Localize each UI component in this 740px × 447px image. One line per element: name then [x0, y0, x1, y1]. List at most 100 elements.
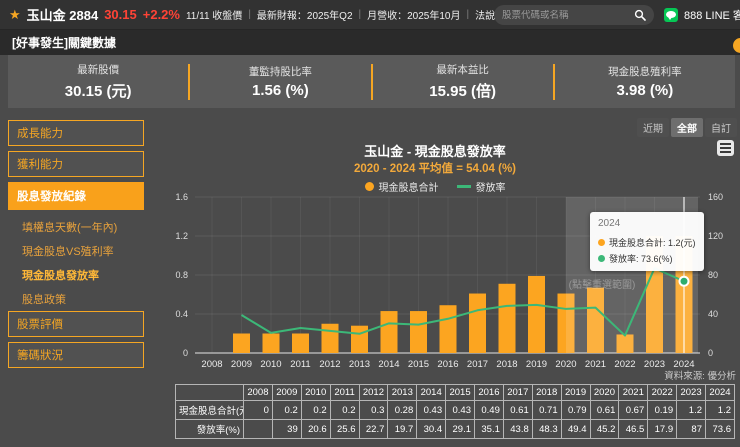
x-axis-label: 2022: [614, 359, 635, 370]
stat-label: 董監持股比率: [248, 66, 312, 78]
chart-bar-2010[interactable]: [262, 333, 280, 354]
stat-label: 最新本益比: [436, 64, 489, 76]
chart-bar-2009[interactable]: [233, 333, 250, 354]
table-value-cell: 49.4: [560, 419, 591, 439]
sidebar-item-profit[interactable]: 獲利能力: [8, 151, 144, 177]
monthly-revenue-label: 月營收：2025年10月: [367, 11, 461, 22]
search-icon[interactable]: [634, 9, 646, 21]
table-year-header: 2011: [329, 384, 360, 401]
data-source-note: 資料來源: 優分析: [664, 371, 736, 382]
right-axis-tick: 0: [708, 348, 713, 358]
tooltip-text: 發放率: 73.6(%): [609, 254, 673, 264]
left-axis-tick: 1.6: [175, 192, 188, 202]
latest-report-label: 最新財報：2025年Q2: [256, 11, 353, 22]
table-year-header: 2017: [502, 384, 533, 401]
x-axis-label: 2020: [555, 359, 576, 370]
tooltip-dot-icon: [598, 255, 605, 262]
x-axis-label: 2014: [378, 359, 399, 370]
table-value-cell: 0.19: [647, 400, 678, 420]
topbar: ★ 玉山金 2884 30.15 +2.2% 11/11 收盤價 | 最新財報：…: [0, 0, 740, 30]
table-row: 發放率(%) 39 20.6 25.6 22.7 19.7 30.4 29.1 35.1 43.8…: [175, 419, 735, 439]
table-year-header: 2023: [676, 384, 706, 401]
chart-bar-2012[interactable]: [321, 323, 339, 353]
chart-title: 玉山金 - 現金股息發放率: [364, 144, 506, 159]
tooltip-year: 2024: [598, 218, 621, 229]
chart-bar-2011[interactable]: [292, 333, 309, 354]
separator: |: [248, 9, 251, 20]
line-customer-service[interactable]: 888 LINE 客服: [664, 0, 740, 30]
search-input[interactable]: [502, 9, 634, 21]
sidebar-item-dividend-record[interactable]: 股息發放紀錄: [8, 182, 144, 210]
x-axis-label: 2010: [260, 359, 281, 370]
chart-bar-2019[interactable]: [528, 275, 545, 353]
chart-tooltip: 2024 現金股息合計: 1.2(元) 發放率: 73.6(%): [590, 212, 704, 271]
table-value-cell: 0.43: [416, 400, 447, 420]
table-year-header: 2013: [387, 384, 418, 401]
table-value-cell: [243, 419, 273, 439]
chart-bar-2015[interactable]: [410, 311, 427, 353]
x-axis-label: 2019: [526, 359, 547, 370]
table-value-cell: 0.2: [271, 400, 302, 420]
table-value-cell: 29.1: [445, 419, 475, 439]
line-service-label: 888 LINE 客服: [684, 10, 740, 22]
sidebar-item-growth[interactable]: 成長能力: [8, 120, 144, 146]
table-year-header: 2021: [618, 384, 649, 401]
range-button-group: 近期 全部 自訂: [637, 118, 737, 137]
table-row-label: 現金股息合計(元): [175, 400, 244, 420]
chart-bar-2016[interactable]: [439, 305, 457, 353]
table-value-cell: 0.79: [560, 400, 591, 420]
chart-panel: 近期 全部 自訂 玉山金 - 現金股息發放率 2020 - 2024 平均值 = 5…: [160, 108, 740, 447]
chart-menu-icon[interactable]: [717, 140, 734, 156]
favorite-star-icon[interactable]: ★: [9, 8, 21, 21]
left-axis-tick: 1.2: [175, 231, 188, 241]
tooltip-item: 發放率: 73.6(%): [598, 252, 696, 265]
sidebar-item-cash-vs-yield[interactable]: 現金股息VS殖利率: [8, 239, 160, 263]
sidebar-item-dividend-policy[interactable]: 股息政策: [8, 287, 160, 311]
table-header-row: 2008 2009 2010 2011 2012 2013 2014 2015 2016 2017…: [175, 384, 735, 401]
table-value-cell: 25.6: [329, 419, 360, 439]
table-year-header: 2014: [416, 384, 447, 401]
tooltip-dot-icon: [598, 239, 605, 246]
table-year-header: 2024: [705, 384, 735, 401]
chart-bar-2018[interactable]: [498, 283, 516, 353]
left-axis-tick: 0.4: [175, 309, 188, 319]
sidebar-item-chips[interactable]: 籌碼狀況: [8, 342, 144, 368]
stat-value: 3.98 (%): [616, 82, 674, 99]
table-value-cell: 0.67: [618, 400, 649, 420]
table-value-cell: 1.2: [705, 400, 735, 420]
left-axis-tick: 0: [183, 348, 188, 358]
table-value-cell: 0.28: [387, 400, 418, 420]
range-button-recent[interactable]: 近期: [637, 118, 669, 137]
table-year-header: 2010: [300, 384, 331, 401]
range-button-all[interactable]: 全部: [671, 118, 703, 137]
chart-bar-2017[interactable]: [469, 293, 486, 353]
dividend-data-table: 2008 2009 2010 2011 2012 2013 2014 2015 2016 2017…: [175, 384, 735, 439]
chart-bar-2013[interactable]: [351, 325, 368, 353]
line-app-icon: [664, 8, 678, 22]
stat-label: 現金股息殖利率: [608, 66, 682, 78]
selection-hint-text: (點擊重選範圍): [569, 278, 636, 291]
stock-change-pct: +2.2%: [142, 7, 180, 22]
chart-bar-2014[interactable]: [380, 311, 398, 353]
right-axis-tick: 40: [708, 309, 718, 319]
table-value-cell: 35.1: [474, 419, 504, 439]
chart-subtitle: 2020 - 2024 平均值 = 54.04 (%): [353, 163, 517, 175]
sidebar-item-valuation[interactable]: 股票評價: [8, 311, 144, 337]
sidebar-item-payout-ratio[interactable]: 現金股息發放率: [8, 263, 160, 287]
stat-value: 1.56 (%): [252, 82, 309, 99]
table-value-cell: 1.2: [676, 400, 706, 420]
table-year-header: 2022: [647, 384, 678, 401]
table-year-header: 2020: [589, 384, 620, 401]
table-value-cell: 73.6: [705, 419, 735, 439]
table-value-cell: 0.43: [445, 400, 475, 420]
section-title: [好事發生]關鍵數據: [12, 36, 116, 50]
table-year-header: 2018: [531, 384, 562, 401]
sidebar-item-fill-days[interactable]: 填權息天數(一年內): [8, 215, 160, 239]
range-button-custom[interactable]: 自訂: [705, 118, 737, 137]
stock-search[interactable]: [494, 5, 654, 25]
stat-latest-price: 最新股價 30.15 (元): [8, 62, 188, 101]
right-axis-tick: 160: [708, 192, 723, 202]
table-year-header: 2008: [243, 384, 273, 401]
table-corner-cell: [175, 384, 244, 401]
table-value-cell: 39: [271, 419, 302, 439]
